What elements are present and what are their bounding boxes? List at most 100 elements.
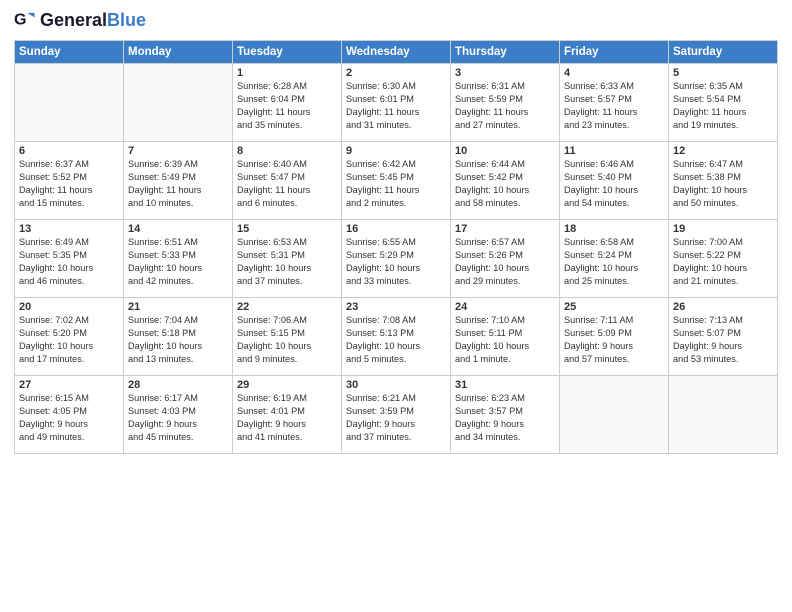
calendar-cell [669, 376, 778, 454]
cell-info: Sunrise: 6:17 AMSunset: 4:03 PMDaylight:… [128, 392, 228, 444]
calendar-cell: 3Sunrise: 6:31 AMSunset: 5:59 PMDaylight… [451, 64, 560, 142]
calendar-cell: 20Sunrise: 7:02 AMSunset: 5:20 PMDayligh… [15, 298, 124, 376]
cell-info: Sunrise: 7:02 AMSunset: 5:20 PMDaylight:… [19, 314, 119, 366]
cell-info: Sunrise: 6:51 AMSunset: 5:33 PMDaylight:… [128, 236, 228, 288]
day-number: 22 [237, 301, 337, 313]
calendar-cell: 9Sunrise: 6:42 AMSunset: 5:45 PMDaylight… [342, 142, 451, 220]
cell-info: Sunrise: 7:08 AMSunset: 5:13 PMDaylight:… [346, 314, 446, 366]
day-number: 26 [673, 301, 773, 313]
day-number: 17 [455, 223, 555, 235]
cell-info: Sunrise: 6:21 AMSunset: 3:59 PMDaylight:… [346, 392, 446, 444]
calendar-cell: 28Sunrise: 6:17 AMSunset: 4:03 PMDayligh… [124, 376, 233, 454]
cell-info: Sunrise: 6:31 AMSunset: 5:59 PMDaylight:… [455, 80, 555, 132]
cell-info: Sunrise: 7:06 AMSunset: 5:15 PMDaylight:… [237, 314, 337, 366]
day-number: 25 [564, 301, 664, 313]
calendar-cell: 8Sunrise: 6:40 AMSunset: 5:47 PMDaylight… [233, 142, 342, 220]
day-number: 19 [673, 223, 773, 235]
cell-info: Sunrise: 6:33 AMSunset: 5:57 PMDaylight:… [564, 80, 664, 132]
day-number: 11 [564, 145, 664, 157]
logo-icon: G [14, 10, 36, 32]
calendar-cell: 12Sunrise: 6:47 AMSunset: 5:38 PMDayligh… [669, 142, 778, 220]
calendar-cell: 4Sunrise: 6:33 AMSunset: 5:57 PMDaylight… [560, 64, 669, 142]
cell-info: Sunrise: 7:04 AMSunset: 5:18 PMDaylight:… [128, 314, 228, 366]
cell-info: Sunrise: 6:57 AMSunset: 5:26 PMDaylight:… [455, 236, 555, 288]
cell-info: Sunrise: 7:00 AMSunset: 5:22 PMDaylight:… [673, 236, 773, 288]
calendar-cell [560, 376, 669, 454]
calendar-cell: 10Sunrise: 6:44 AMSunset: 5:42 PMDayligh… [451, 142, 560, 220]
calendar-cell: 22Sunrise: 7:06 AMSunset: 5:15 PMDayligh… [233, 298, 342, 376]
calendar-cell: 27Sunrise: 6:15 AMSunset: 4:05 PMDayligh… [15, 376, 124, 454]
day-number: 7 [128, 145, 228, 157]
weekday-header-saturday: Saturday [669, 41, 778, 64]
calendar-cell: 15Sunrise: 6:53 AMSunset: 5:31 PMDayligh… [233, 220, 342, 298]
calendar-cell: 21Sunrise: 7:04 AMSunset: 5:18 PMDayligh… [124, 298, 233, 376]
cell-info: Sunrise: 6:19 AMSunset: 4:01 PMDaylight:… [237, 392, 337, 444]
day-number: 9 [346, 145, 446, 157]
calendar-cell: 30Sunrise: 6:21 AMSunset: 3:59 PMDayligh… [342, 376, 451, 454]
week-row-4: 20Sunrise: 7:02 AMSunset: 5:20 PMDayligh… [15, 298, 778, 376]
svg-text:G: G [14, 11, 27, 29]
weekday-header-sunday: Sunday [15, 41, 124, 64]
cell-info: Sunrise: 6:46 AMSunset: 5:40 PMDaylight:… [564, 158, 664, 210]
calendar-cell: 19Sunrise: 7:00 AMSunset: 5:22 PMDayligh… [669, 220, 778, 298]
calendar-cell: 13Sunrise: 6:49 AMSunset: 5:35 PMDayligh… [15, 220, 124, 298]
cell-info: Sunrise: 6:23 AMSunset: 3:57 PMDaylight:… [455, 392, 555, 444]
day-number: 21 [128, 301, 228, 313]
calendar-cell: 16Sunrise: 6:55 AMSunset: 5:29 PMDayligh… [342, 220, 451, 298]
cell-info: Sunrise: 6:58 AMSunset: 5:24 PMDaylight:… [564, 236, 664, 288]
calendar-cell: 26Sunrise: 7:13 AMSunset: 5:07 PMDayligh… [669, 298, 778, 376]
calendar-body: 1Sunrise: 6:28 AMSunset: 6:04 PMDaylight… [15, 64, 778, 454]
cell-info: Sunrise: 6:40 AMSunset: 5:47 PMDaylight:… [237, 158, 337, 210]
calendar-cell: 31Sunrise: 6:23 AMSunset: 3:57 PMDayligh… [451, 376, 560, 454]
day-number: 29 [237, 379, 337, 391]
calendar-cell: 2Sunrise: 6:30 AMSunset: 6:01 PMDaylight… [342, 64, 451, 142]
week-row-1: 1Sunrise: 6:28 AMSunset: 6:04 PMDaylight… [15, 64, 778, 142]
day-number: 8 [237, 145, 337, 157]
calendar-page: G GeneralBlue SundayMondayTuesdayWednesd… [0, 0, 792, 612]
calendar-cell: 6Sunrise: 6:37 AMSunset: 5:52 PMDaylight… [15, 142, 124, 220]
day-number: 30 [346, 379, 446, 391]
calendar-cell: 23Sunrise: 7:08 AMSunset: 5:13 PMDayligh… [342, 298, 451, 376]
cell-info: Sunrise: 7:10 AMSunset: 5:11 PMDaylight:… [455, 314, 555, 366]
day-number: 20 [19, 301, 119, 313]
day-number: 24 [455, 301, 555, 313]
calendar-cell: 1Sunrise: 6:28 AMSunset: 6:04 PMDaylight… [233, 64, 342, 142]
day-number: 1 [237, 67, 337, 79]
weekday-header-tuesday: Tuesday [233, 41, 342, 64]
cell-info: Sunrise: 6:15 AMSunset: 4:05 PMDaylight:… [19, 392, 119, 444]
cell-info: Sunrise: 6:37 AMSunset: 5:52 PMDaylight:… [19, 158, 119, 210]
day-number: 23 [346, 301, 446, 313]
calendar-cell: 29Sunrise: 6:19 AMSunset: 4:01 PMDayligh… [233, 376, 342, 454]
logo: G GeneralBlue [14, 10, 146, 32]
logo-text: GeneralBlue [40, 11, 146, 31]
day-number: 14 [128, 223, 228, 235]
calendar-cell: 24Sunrise: 7:10 AMSunset: 5:11 PMDayligh… [451, 298, 560, 376]
cell-info: Sunrise: 6:28 AMSunset: 6:04 PMDaylight:… [237, 80, 337, 132]
day-number: 2 [346, 67, 446, 79]
cell-info: Sunrise: 6:44 AMSunset: 5:42 PMDaylight:… [455, 158, 555, 210]
calendar-cell: 14Sunrise: 6:51 AMSunset: 5:33 PMDayligh… [124, 220, 233, 298]
day-number: 13 [19, 223, 119, 235]
calendar-cell: 18Sunrise: 6:58 AMSunset: 5:24 PMDayligh… [560, 220, 669, 298]
day-number: 31 [455, 379, 555, 391]
cell-info: Sunrise: 6:30 AMSunset: 6:01 PMDaylight:… [346, 80, 446, 132]
calendar-cell [15, 64, 124, 142]
calendar-table: SundayMondayTuesdayWednesdayThursdayFrid… [14, 40, 778, 454]
cell-info: Sunrise: 6:35 AMSunset: 5:54 PMDaylight:… [673, 80, 773, 132]
day-number: 10 [455, 145, 555, 157]
header: G GeneralBlue [14, 10, 778, 32]
cell-info: Sunrise: 6:39 AMSunset: 5:49 PMDaylight:… [128, 158, 228, 210]
weekday-header-thursday: Thursday [451, 41, 560, 64]
weekday-header-row: SundayMondayTuesdayWednesdayThursdayFrid… [15, 41, 778, 64]
day-number: 16 [346, 223, 446, 235]
weekday-header-monday: Monday [124, 41, 233, 64]
day-number: 4 [564, 67, 664, 79]
day-number: 28 [128, 379, 228, 391]
week-row-2: 6Sunrise: 6:37 AMSunset: 5:52 PMDaylight… [15, 142, 778, 220]
day-number: 6 [19, 145, 119, 157]
weekday-header-wednesday: Wednesday [342, 41, 451, 64]
calendar-cell: 17Sunrise: 6:57 AMSunset: 5:26 PMDayligh… [451, 220, 560, 298]
weekday-header-friday: Friday [560, 41, 669, 64]
calendar-cell: 11Sunrise: 6:46 AMSunset: 5:40 PMDayligh… [560, 142, 669, 220]
cell-info: Sunrise: 6:53 AMSunset: 5:31 PMDaylight:… [237, 236, 337, 288]
